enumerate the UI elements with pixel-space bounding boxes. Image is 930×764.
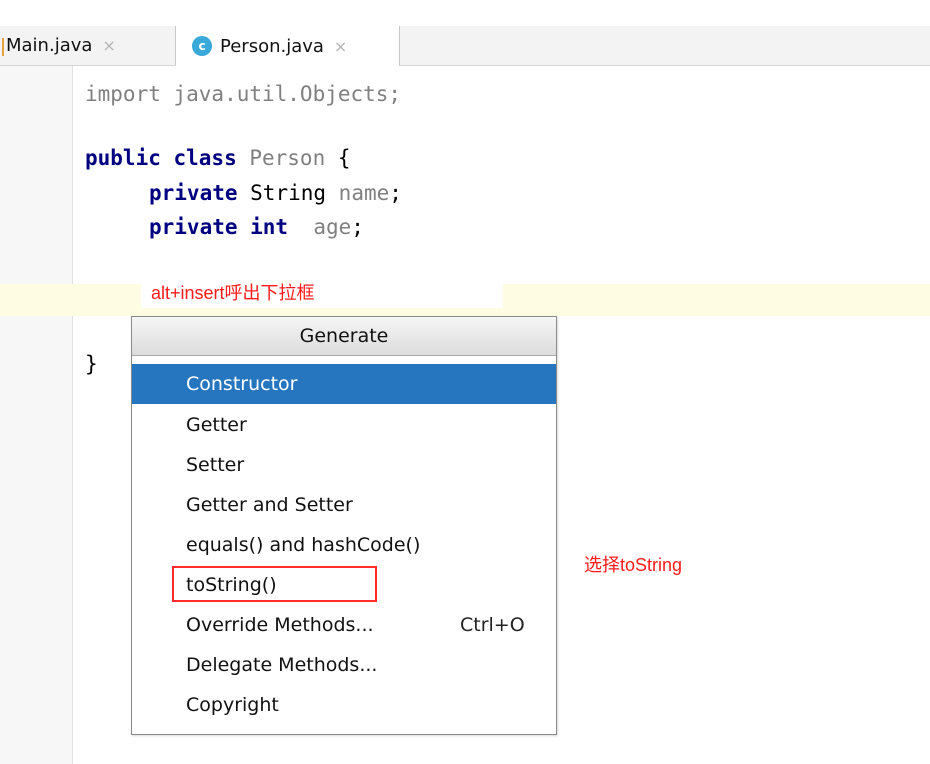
code-line-closing-brace[interactable]: } [85,352,98,376]
popup-item-copyright[interactable]: Copyright [132,685,556,725]
editor-gutter [0,66,72,764]
tab-label: Main.java [6,35,93,56]
popup-item-delegate-methods[interactable]: Delegate Methods... [132,645,556,685]
popup-item-label: Copyright [186,694,279,716]
gutter-divider [72,66,73,764]
popup-title: Generate [132,317,556,356]
popup-item-equals-hashcode[interactable]: equals() and hashCode() [132,525,556,565]
tab-person-java[interactable]: c Person.java × [176,26,400,66]
code-field-name: age [288,215,352,239]
popup-item-label: Constructor [186,373,298,395]
code-keyword: private [149,181,238,205]
popup-item-label: equals() and hashCode() [186,534,421,556]
code-keyword: private int [149,215,289,239]
close-icon[interactable]: × [334,37,347,56]
tostring-highlight-box [172,566,377,602]
code-text: java.util.Objects; [160,82,402,106]
code-text: ; [351,215,364,239]
popup-item-shortcut: Ctrl+O [460,614,525,636]
popup-item-label: Setter [186,454,245,476]
code-text: ; [389,181,402,205]
popup-item-getter[interactable]: Getter [132,405,556,445]
generate-popup: Generate Constructor Getter Setter Gette… [131,316,557,735]
code-text: { [325,146,351,170]
code-keyword: import [85,82,161,106]
popup-item-constructor[interactable]: Constructor [132,364,556,404]
popup-item-label: Getter and Setter [186,494,353,516]
code-line-import[interactable]: import java.util.Objects; [85,82,401,106]
tab-main-java[interactable]: Main.java × [0,26,176,65]
tab-label: Person.java [220,35,324,57]
class-icon: c [192,36,212,56]
popup-item-setter[interactable]: Setter [132,445,556,485]
popup-item-label: Getter [186,414,247,436]
code-line-name-field[interactable]: private String name; [149,181,402,205]
annotation-alt-insert: alt+insert呼出下拉框 [151,283,315,303]
close-icon[interactable]: × [102,36,115,55]
popup-item-override-methods[interactable]: Override Methods... Ctrl+O [132,605,556,645]
popup-item-getter-and-setter[interactable]: Getter and Setter [132,485,556,525]
window-top-strip [0,0,930,26]
popup-item-label: Delegate Methods... [186,654,378,676]
annotation-choose-tostring: 选择toString [584,555,683,575]
code-class-name: Person [236,146,326,170]
code-text: } [85,352,98,376]
editor-tab-bar: Main.java × c Person.java × [0,26,930,66]
code-type: String [237,181,327,205]
code-line-class[interactable]: public class Person { [85,146,351,170]
code-keyword: public class [85,146,237,170]
code-line-age-field[interactable]: private int age; [149,215,364,239]
popup-item-label: Override Methods... [186,614,374,636]
code-field-name: name [326,181,390,205]
